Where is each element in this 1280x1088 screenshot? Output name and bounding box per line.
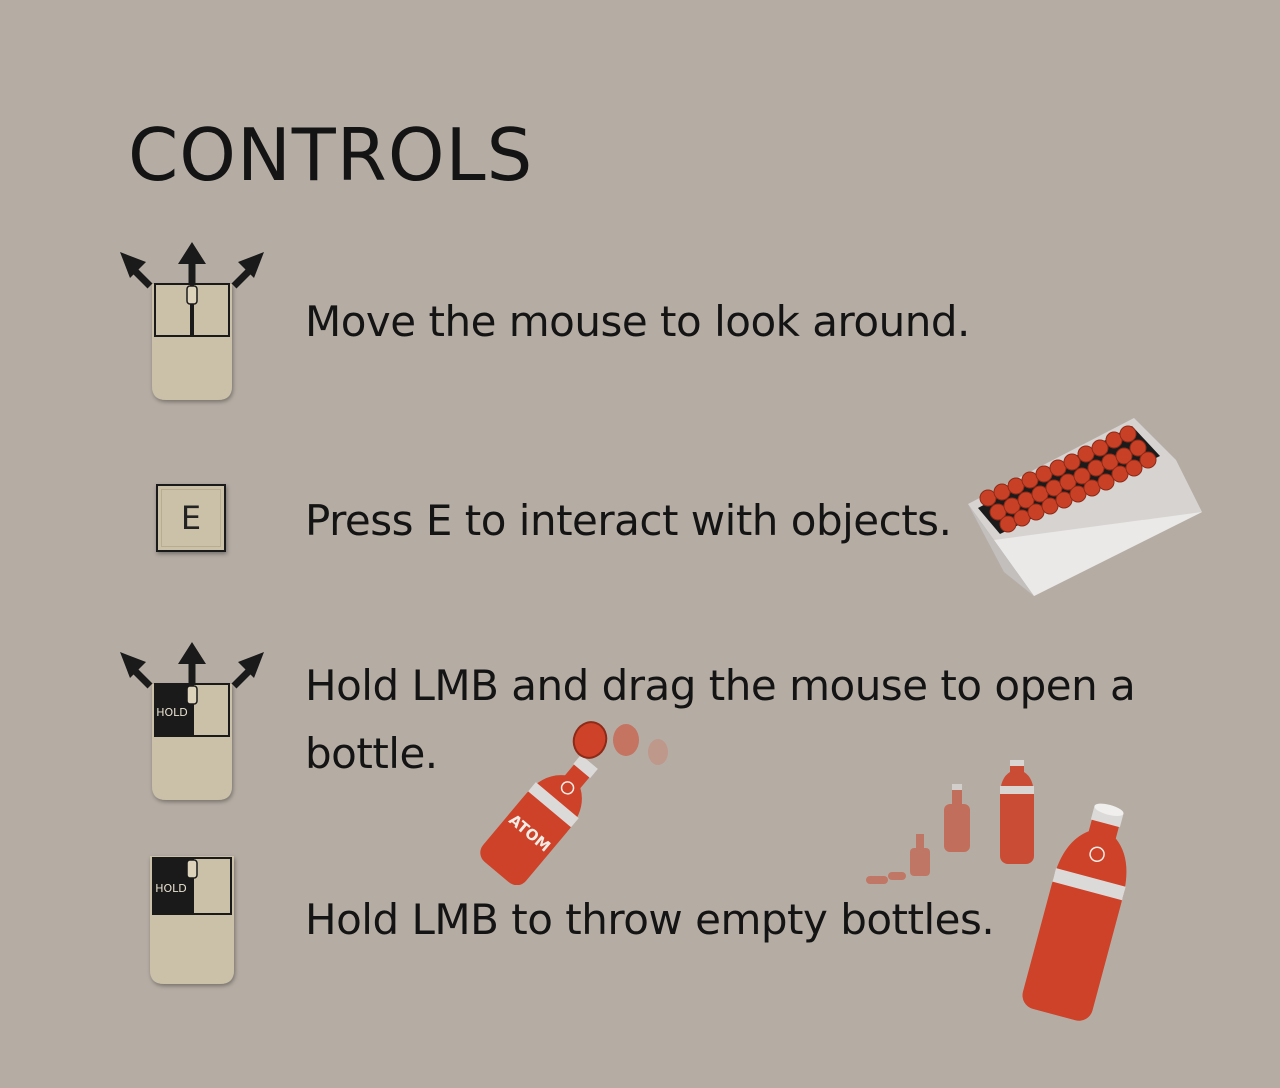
bottle-crate-illustration xyxy=(968,418,1202,596)
e-key-icon: E xyxy=(156,484,226,552)
e-key-label: E xyxy=(180,499,202,537)
opening-bottle-illustration: ATOM xyxy=(480,721,668,885)
page-title: CONTROLS xyxy=(128,113,534,197)
hold-label: HOLD xyxy=(155,882,187,895)
mouse-move-icon xyxy=(120,242,264,400)
instruction-interact: Press E to interact with objects. xyxy=(305,496,952,545)
mouse-hold-drag-icon: HOLD xyxy=(120,642,264,800)
hold-label: HOLD xyxy=(156,706,188,719)
thrown-bottles-illustration xyxy=(866,760,1127,1021)
mouse-hold-icon: HOLD xyxy=(150,856,234,984)
instruction-look-around: Move the mouse to look around. xyxy=(305,297,970,346)
